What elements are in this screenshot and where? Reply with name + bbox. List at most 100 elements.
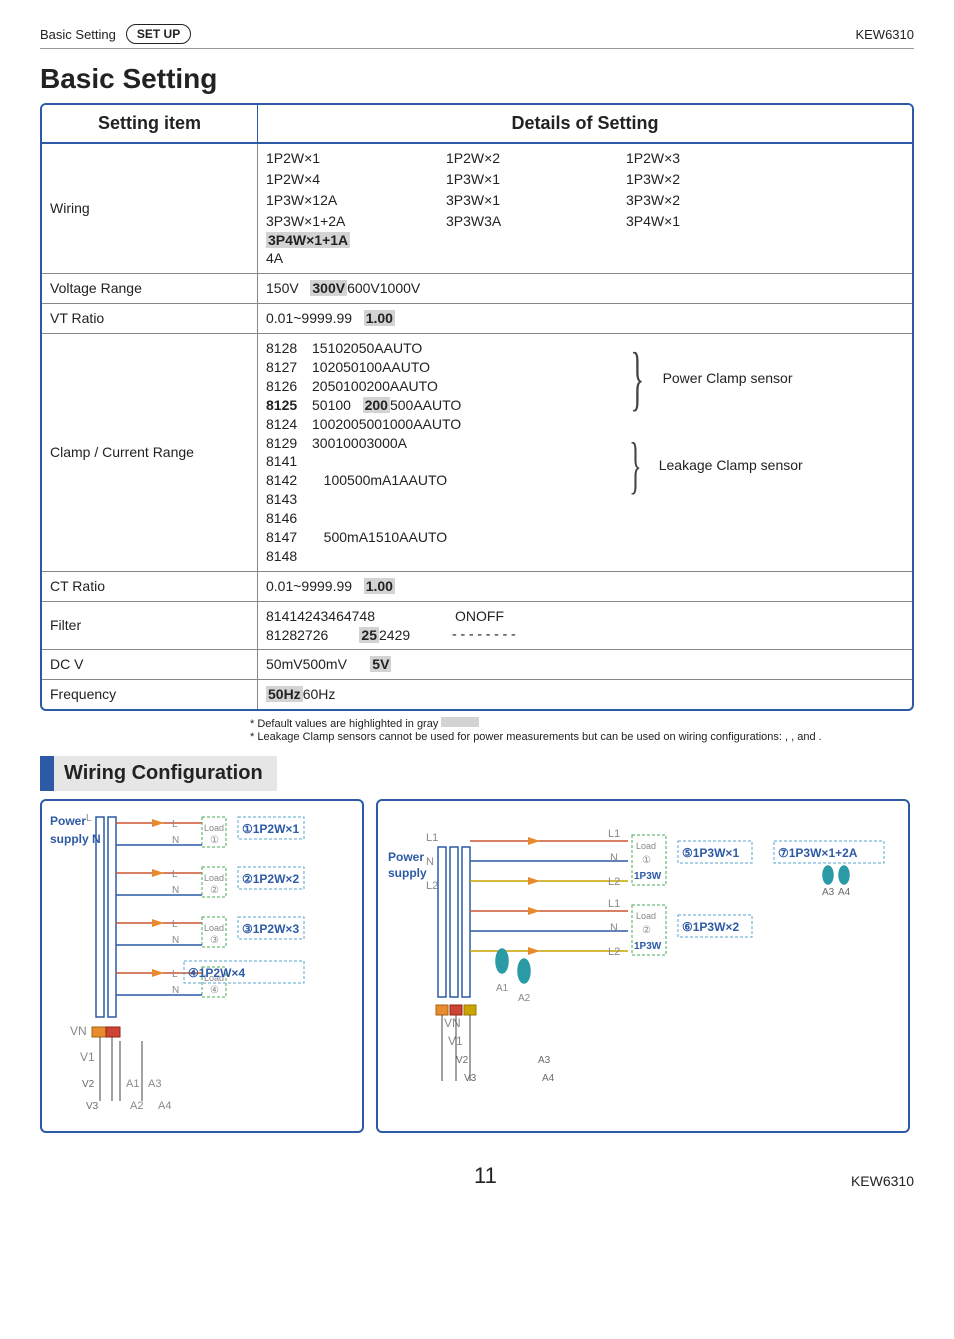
svg-text:A2: A2 [130, 1100, 143, 1112]
filter-line2-right: -------- [450, 626, 517, 645]
wiring-val: 1P3W×2 [626, 170, 786, 189]
clamp-id: 8127 [266, 358, 304, 377]
svg-text:Load: Load [636, 841, 656, 851]
wiring-val: 3P3W×1 [446, 191, 606, 210]
svg-text:supply: supply [388, 866, 427, 880]
filter-line1-right: ONOFF [455, 607, 504, 626]
svg-text:VN: VN [444, 1016, 461, 1030]
svg-text:①: ① [210, 835, 219, 846]
svg-text:L: L [172, 819, 178, 830]
wiring-extra: 4A [266, 249, 904, 268]
table-row: VT Ratio 0.01~9999.99 1.00 [42, 304, 912, 334]
svg-text:L1: L1 [608, 828, 620, 840]
wiring-val: 3P3W×1+2A [266, 212, 426, 231]
clamp-list: 8128 15102050AAUTO 8127 102050100AAUTO 812… [266, 339, 606, 566]
svg-text:N: N [172, 885, 179, 896]
clamp-val: 102050100AAUTO [312, 358, 430, 377]
clamp-id: 8125 [266, 396, 304, 415]
svg-text:Power: Power [50, 814, 86, 828]
footnotes: * Default values are highlighted in gray… [250, 717, 914, 743]
svg-text:A3: A3 [148, 1078, 161, 1090]
clamp-id: 8143 [266, 490, 304, 509]
setup-pill: SET UP [126, 24, 191, 44]
svg-text:A3: A3 [822, 887, 835, 898]
row-label-clamp: Clamp / Current Range [42, 334, 258, 572]
page-number: 11 [120, 1163, 851, 1189]
svg-text:supply N: supply N [50, 832, 101, 846]
wiring-val: 3P3W3A [446, 212, 606, 231]
svg-text:N: N [426, 856, 434, 868]
clamp-val: 1002005001000AAUTO [312, 415, 461, 434]
clamp-val: 30010003000A [312, 434, 407, 453]
svg-text:V3: V3 [86, 1101, 99, 1112]
clamp-val: 100500mA1AAUTO [324, 472, 447, 488]
brace-icon: } [629, 446, 641, 484]
clamp-val-post: 500AAUTO [390, 397, 461, 413]
col-header-details: Details of Setting [258, 105, 913, 143]
row-label-freq: Frequency [42, 680, 258, 709]
svg-text:L: L [172, 969, 178, 980]
svg-text:Load: Load [204, 923, 224, 933]
svg-text:V1: V1 [80, 1050, 95, 1064]
footnote-b: * Leakage Clamp sensors cannot be used f… [250, 731, 822, 743]
svg-text:N: N [610, 852, 618, 864]
clamp-id: 8126 [266, 377, 304, 396]
settings-table: Setting item Details of Setting Wiring 1… [42, 105, 912, 709]
svg-text:N: N [610, 922, 618, 934]
footer-model: KEW6310 [851, 1173, 914, 1189]
wiring-default: 3P4W×1+1A [266, 232, 350, 248]
clamp-val-pre: 50100 [312, 397, 351, 413]
svg-text:L2: L2 [608, 876, 620, 888]
svg-text:A2: A2 [518, 993, 531, 1004]
wiring-diagram-a: Power L supply N L Load ① N ①1P2W× [40, 799, 364, 1133]
brace-icon: } [630, 357, 644, 400]
footnote-a: * Default values are highlighted in gray [250, 718, 438, 730]
svg-text:Load: Load [636, 911, 656, 921]
svg-text:③: ③ [210, 935, 219, 946]
wiring-val: 1P2W×4 [266, 170, 426, 189]
voltage-post: 600V1000V [347, 280, 420, 296]
svg-text:A3: A3 [538, 1055, 551, 1066]
filter-line1-pre: 81414243464748 [266, 607, 375, 626]
brace-label-leak: Leakage Clamp sensor [659, 456, 803, 475]
svg-text:VN: VN [70, 1024, 87, 1038]
clamp-id: 8141 [266, 452, 304, 471]
svg-text:②: ② [642, 925, 651, 936]
svg-text:1P3W: 1P3W [634, 941, 662, 952]
clamp-id: 8128 [266, 339, 304, 358]
svg-text:①: ① [642, 855, 651, 866]
filter-line2-pre: 81282726 [266, 627, 328, 643]
wiring-val: 1P2W×1 [266, 149, 426, 168]
table-row: DC V 50mV500mV 5V [42, 650, 912, 680]
svg-text:④: ④ [210, 985, 219, 996]
dcv-pre: 50mV500mV [266, 656, 347, 672]
freq-post: 60Hz [303, 686, 336, 702]
clamp-val: 15102050AAUTO [312, 339, 422, 358]
svg-text:②: ② [210, 885, 219, 896]
table-row: Clamp / Current Range 8128 15102050AAUTO … [42, 334, 912, 572]
row-label-dcv: DC V [42, 650, 258, 680]
svg-text:L2: L2 [426, 880, 438, 892]
svg-text:N: N [172, 835, 179, 846]
topbar-section: Basic Setting [40, 27, 116, 42]
clamp-id: 8147 [266, 528, 304, 547]
clamp-val: 500mA1510AAUTO [324, 529, 447, 545]
svg-text:L1: L1 [608, 898, 620, 910]
svg-text:A4: A4 [542, 1073, 555, 1084]
svg-text:Load: Load [204, 823, 224, 833]
clamp-id: 8148 [266, 547, 304, 566]
page-topbar: Basic Setting SET UP KEW6310 [40, 24, 914, 49]
table-row: Frequency 50Hz60Hz [42, 680, 912, 709]
svg-text:⑦1P3W×1+2A: ⑦1P3W×1+2A [778, 846, 858, 860]
svg-text:L: L [86, 813, 92, 824]
clamp-id: 8146 [266, 509, 304, 528]
svg-text:V2: V2 [456, 1055, 469, 1066]
table-row: Filter 81414243464748 ONOFF 81282726 252… [42, 601, 912, 650]
clamp-id: 8129 [266, 434, 304, 453]
voltage-default: 300V [310, 280, 347, 296]
svg-text:N: N [172, 935, 179, 946]
wiring-grid: 1P2W×1 1P2W×2 1P2W×3 1P2W×4 1P3W×1 1P3W×… [266, 149, 904, 231]
wiring-val: 3P4W×1 [626, 212, 786, 231]
vtratio-default: 1.00 [364, 310, 395, 326]
svg-text:L: L [172, 919, 178, 930]
